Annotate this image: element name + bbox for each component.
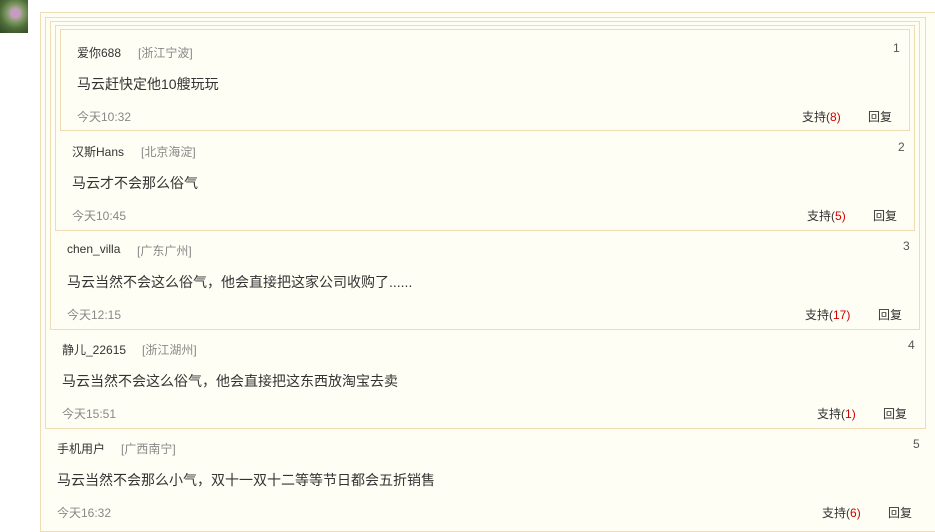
support-button[interactable]: 支持(17) bbox=[805, 306, 850, 323]
comment-location: [浙江湖州] bbox=[142, 343, 197, 357]
support-button[interactable]: 支持(5) bbox=[807, 207, 846, 224]
comment-user[interactable]: chen_villa bbox=[67, 242, 120, 256]
support-button[interactable]: 支持(8) bbox=[802, 108, 841, 125]
reply-button[interactable]: 回复 bbox=[878, 306, 902, 323]
comment-time: 今天10:45 bbox=[72, 209, 127, 223]
support-count: 8 bbox=[830, 110, 837, 124]
comment-user[interactable]: 爱你688 bbox=[77, 44, 121, 61]
comment-content: 马云当然不会这么俗气，他会直接把这东西放淘宝去卖 bbox=[62, 373, 398, 389]
comment-location: [北京海淀] bbox=[141, 145, 196, 159]
comment-location: [浙江宁波] bbox=[138, 46, 193, 60]
comment-time: 今天10:32 bbox=[77, 110, 132, 124]
support-button[interactable]: 支持(1) bbox=[817, 405, 856, 422]
comment-floor-number: 3 bbox=[903, 239, 910, 253]
comment-floor-number: 5 bbox=[913, 437, 920, 451]
comment-content: 马云赶快定他10艘玩玩 bbox=[77, 76, 219, 92]
support-count: 17 bbox=[833, 308, 847, 322]
comment-user[interactable]: 静儿_22615 bbox=[62, 341, 126, 358]
support-count: 5 bbox=[835, 209, 842, 223]
comment-time: 今天12:15 bbox=[67, 308, 122, 322]
comment-content: 马云当然不会这么俗气，他会直接把这家公司收购了...... bbox=[67, 274, 413, 290]
comment-location: [广东广州] bbox=[137, 244, 192, 258]
avatar bbox=[0, 0, 28, 33]
comment-floor-number: 4 bbox=[908, 338, 915, 352]
support-button[interactable]: 支持(6) bbox=[822, 504, 861, 521]
comment-user[interactable]: 手机用户 bbox=[57, 440, 105, 457]
comment-content: 马云才不会那么俗气 bbox=[72, 175, 198, 191]
support-count: 1 bbox=[845, 407, 852, 421]
comment-content: 马云当然不会那么小气，双十一双十二等等节日都会五折销售 bbox=[57, 472, 435, 488]
comment-time: 今天16:32 bbox=[57, 506, 112, 520]
comment-time: 今天15:51 bbox=[62, 407, 117, 421]
reply-button[interactable]: 回复 bbox=[883, 405, 907, 422]
comment-location: [广西南宁] bbox=[121, 442, 176, 456]
support-count: 6 bbox=[850, 506, 857, 520]
reply-button[interactable]: 回复 bbox=[873, 207, 897, 224]
comment-floor-number: 1 bbox=[893, 41, 900, 55]
comment-floor-number: 2 bbox=[898, 140, 905, 154]
comment-user[interactable]: 汉斯Hans bbox=[72, 143, 124, 160]
reply-button[interactable]: 回复 bbox=[888, 504, 912, 521]
reply-button[interactable]: 回复 bbox=[868, 108, 892, 125]
